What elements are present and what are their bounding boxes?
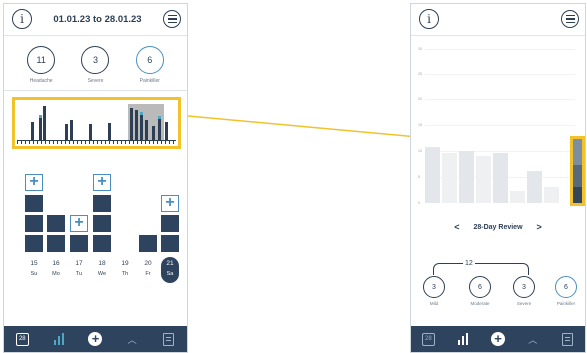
tab-add[interactable]: + [488,329,508,349]
bar-segment-moderate [573,165,582,187]
y-tick: 20 [418,97,422,101]
review-bar[interactable] [459,151,474,203]
y-tick: 5 [418,175,420,179]
total-bracket [433,263,529,275]
y-tick: 0 [418,201,420,205]
calendar-icon: 28 [421,332,435,346]
review-bar[interactable] [527,171,542,203]
y-tick: 15 [418,123,422,127]
right-phone-screen: i 30 25 20 15 10 5 0 < 28-Day Review > 1… [410,3,586,353]
tab-more[interactable]: ︿ [523,329,543,349]
info-icon[interactable]: i [419,9,439,29]
right-header: i [411,4,585,34]
menu-icon[interactable] [561,10,579,28]
chevron-up-icon: ︿ [528,334,538,345]
review-navigation: < 28-Day Review > [411,222,585,232]
review-bar[interactable] [476,156,491,203]
right-counters: 3 Mild 6 Moderate 3 Severe 6 Painkiller [411,276,585,316]
tab-notes[interactable] [558,329,578,349]
counter-value: 6 [555,276,577,298]
statistics-icon [458,333,469,345]
counter-label: Severe [516,301,532,306]
tab-statistics[interactable] [453,329,473,349]
counter-label: Moderate [470,301,490,306]
add-icon: + [490,332,505,346]
grid-line [425,49,575,50]
y-tick: 25 [418,72,422,76]
right-tab-bar: 28 + ︿ [411,326,585,352]
previous-arrow-icon[interactable]: < [454,222,459,232]
counter-value: 3 [423,276,445,298]
grid-line [425,99,575,100]
review-bar[interactable] [442,153,457,203]
total-count: 12 [463,260,475,267]
counter-severe: 3 Severe [507,276,541,306]
review-bar[interactable] [510,191,525,203]
counter-value: 6 [469,276,491,298]
counter-value: 3 [513,276,535,298]
next-arrow-icon[interactable]: > [537,222,542,232]
highlighted-week-bar[interactable] [570,136,585,206]
counter-moderate: 6 Moderate [463,276,497,306]
counter-painkiller: 6 Painkiller [549,276,583,306]
tab-calendar[interactable]: 28 [418,329,438,349]
review-bar[interactable] [544,187,559,203]
app-screens-comparison: i 01.01.23 to 28.01.23 11 Headache 3 Sev… [0,0,587,353]
grid-line [425,74,575,75]
review-bar[interactable] [493,153,508,203]
y-tick: 10 [418,149,422,153]
notes-icon [562,332,574,346]
counter-label: Mild [429,301,439,306]
counter-mild: 3 Mild [417,276,451,306]
bar-segment-mild [573,139,582,165]
y-tick: 30 [418,47,422,51]
counter-label: Painkiller [556,301,576,306]
grid-line [425,125,575,126]
bar-segment-severe [573,187,582,203]
review-bar[interactable] [425,147,440,203]
header-divider [411,35,585,36]
review-bar-chart [425,129,571,203]
review-period-label: 28-Day Review [473,223,523,231]
